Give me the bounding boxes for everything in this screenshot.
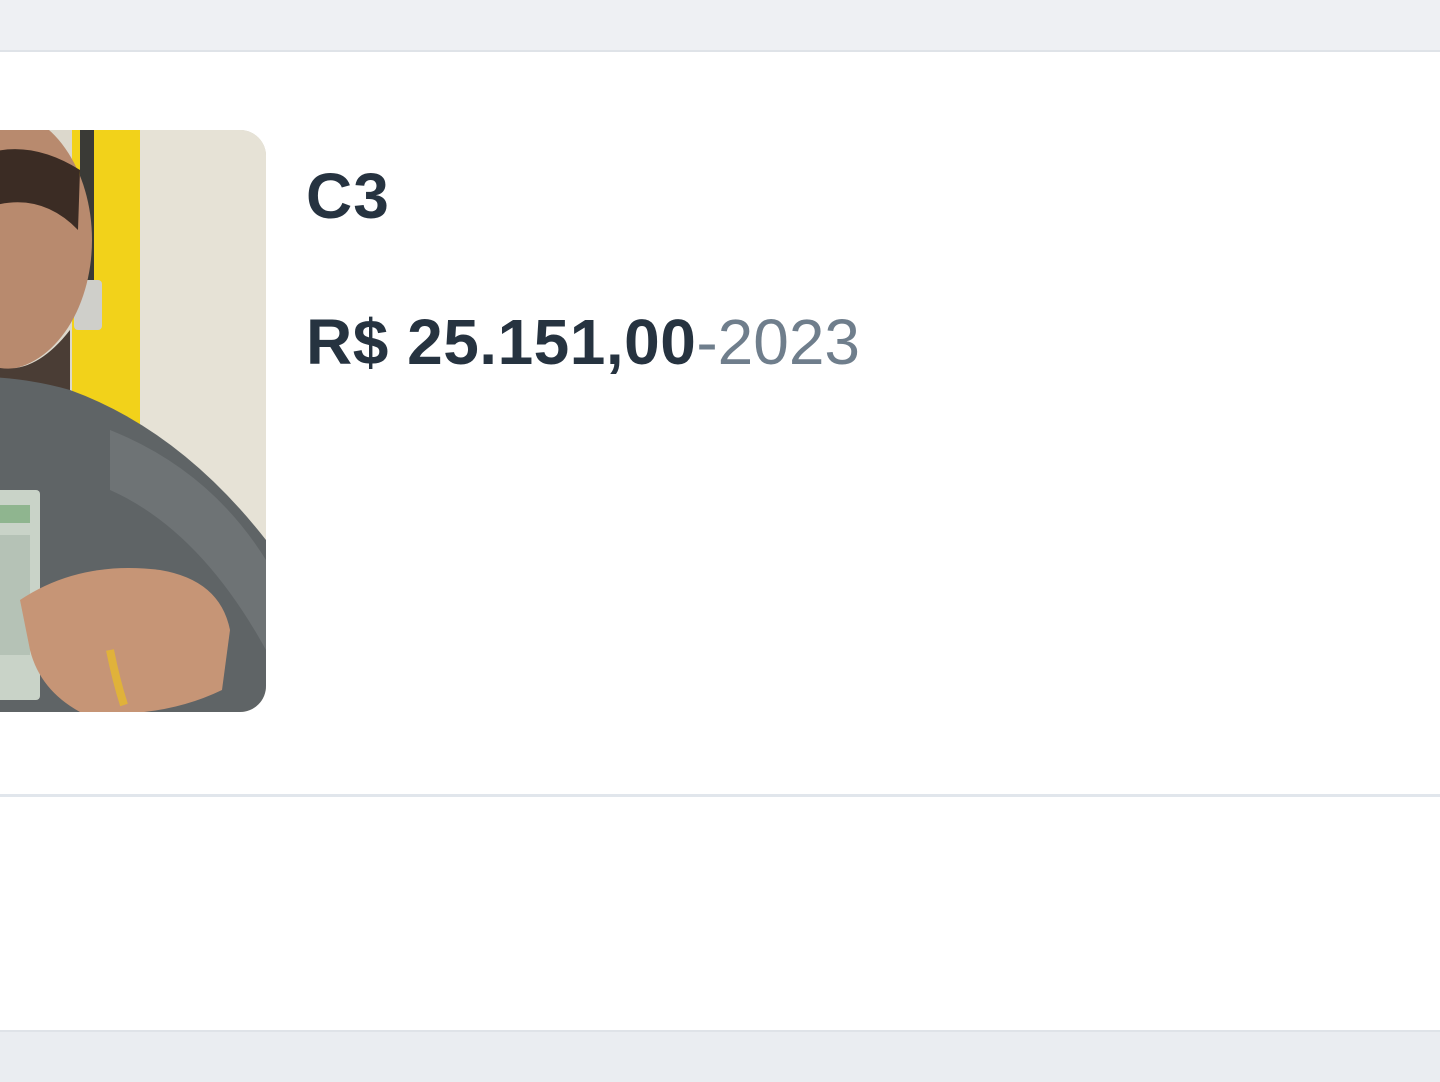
year-value: 2023 bbox=[717, 306, 860, 378]
price-value: R$ 25.151,00 bbox=[306, 306, 697, 378]
top-bar bbox=[0, 0, 1440, 52]
price-line: R$ 25.151,00-2023 bbox=[306, 310, 860, 374]
winner-photo-image bbox=[0, 130, 266, 712]
results-card: C3 R$ 25.151,00-2023 bbox=[0, 52, 1440, 1030]
list-item[interactable]: C3 R$ 25.151,00-2023 bbox=[0, 52, 1440, 797]
bottom-bar bbox=[0, 1030, 1440, 1082]
listing-title[interactable]: C3 bbox=[306, 164, 390, 228]
winner-photo[interactable] bbox=[0, 130, 266, 712]
price-year-separator: - bbox=[696, 306, 718, 378]
